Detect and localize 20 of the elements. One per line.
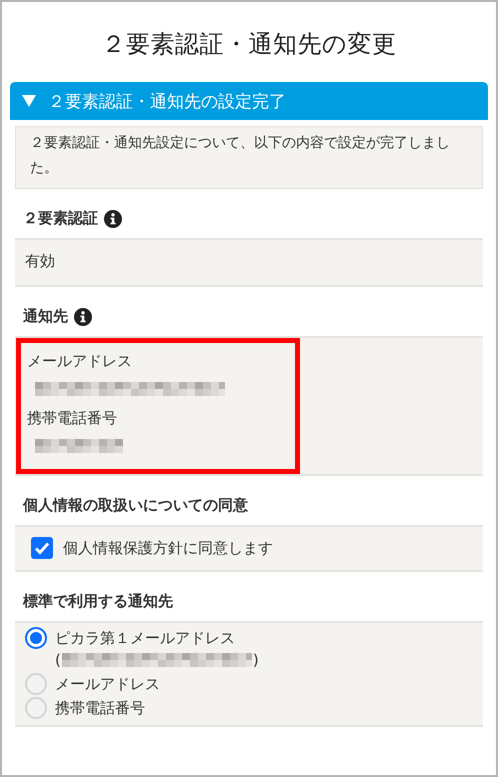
checkbox[interactable] xyxy=(31,537,53,559)
radio-button[interactable] xyxy=(25,627,47,649)
checkbox-label: 個人情報保護方針に同意します xyxy=(63,538,273,558)
radio-label: メールアドレス xyxy=(55,674,160,695)
panel-title: ２要素認証・通知先の設定完了 xyxy=(48,90,286,112)
parenthesis: ) xyxy=(252,650,259,671)
section-label: 標準で利用する通知先 xyxy=(23,592,173,611)
radio-label: ピカラ第１メールアドレス xyxy=(55,628,236,649)
section-label: 通知先 xyxy=(23,307,68,326)
contact-label: メールアドレス xyxy=(27,351,133,372)
section-label: ２要素認証 xyxy=(23,209,98,228)
radio-label: 携帯電話番号 xyxy=(55,698,145,719)
contact-label: 携帯電話番号 xyxy=(27,408,118,429)
page-title: ２要素認証・通知先の変更 xyxy=(100,29,398,60)
check-icon xyxy=(34,541,50,555)
panel-header[interactable]: ２要素認証・通知先の設定完了 xyxy=(10,82,488,120)
parenthesis: ( xyxy=(55,650,61,671)
completion-message: ２要素認証・通知先設定について、以下の内容で設定が完了しました。 xyxy=(15,126,483,189)
section-value: 有効 xyxy=(24,251,56,272)
section-label: 個人情報の取扱いについての同意 xyxy=(23,496,248,515)
